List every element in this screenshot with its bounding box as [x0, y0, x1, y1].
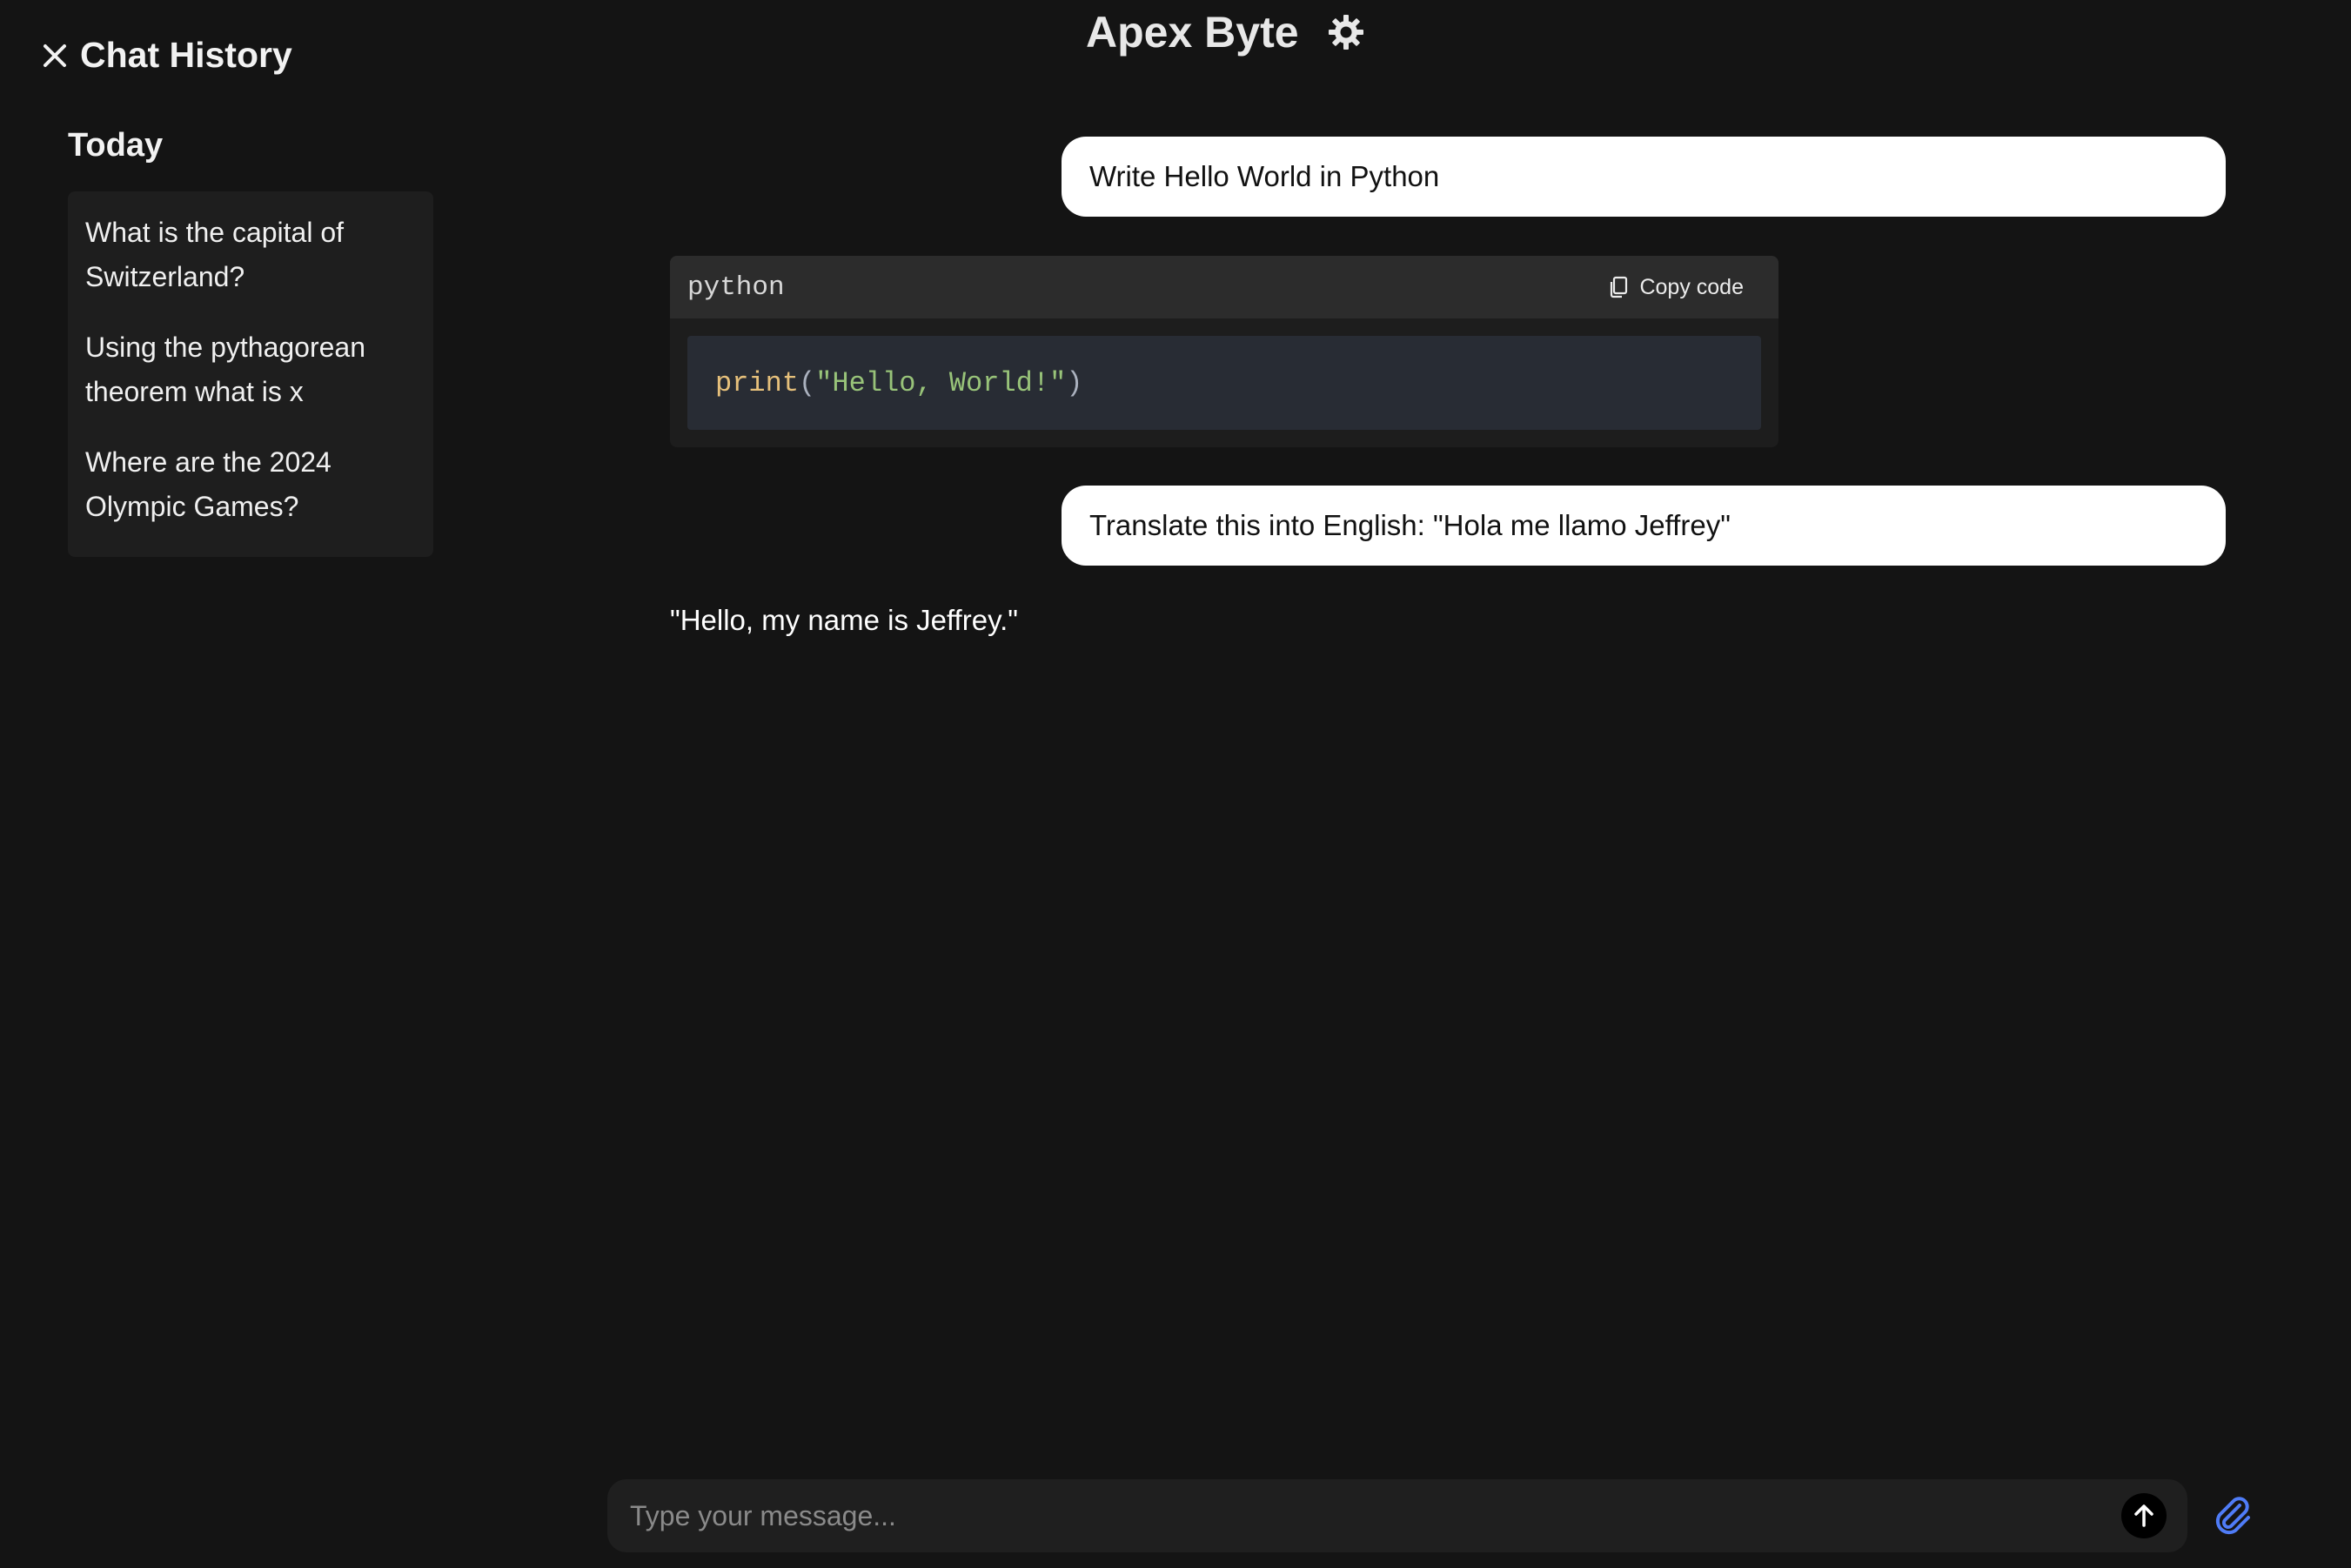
history-list: What is the capital of Switzerland? Usin…: [68, 191, 433, 557]
arrow-up-icon: [2134, 1504, 2153, 1527]
app-title: Apex Byte: [1086, 8, 1299, 57]
code-token-string: "Hello, World!": [815, 366, 1067, 399]
send-button[interactable]: [2121, 1493, 2167, 1538]
copy-code-button[interactable]: Copy code: [1608, 275, 1744, 300]
message-input[interactable]: [628, 1490, 2121, 1542]
code-token-paren: (: [799, 366, 816, 399]
copy-icon: [1611, 276, 1628, 298]
history-section-today: Today: [68, 127, 164, 164]
code-block-header: python Copy code: [670, 256, 1778, 318]
close-icon[interactable]: [42, 43, 68, 69]
user-message: Write Hello World in Python: [1062, 137, 2226, 217]
message-composer: [607, 1479, 2187, 1552]
assistant-message: "Hello, my name is Jeffrey.": [670, 604, 1018, 636]
user-message: Translate this into English: "Hola me ll…: [1062, 486, 2226, 566]
history-item[interactable]: Where are the 2024 Olympic Games?: [68, 437, 433, 552]
code-block: python Copy code print("Hello, World!"): [670, 256, 1778, 447]
chat-history-sidebar: Chat History Today What is the capital o…: [0, 0, 487, 1568]
code-token-paren: ): [1066, 366, 1083, 399]
code-content: print("Hello, World!"): [687, 336, 1761, 430]
sidebar-close-toggle[interactable]: Chat History: [42, 35, 292, 76]
code-token-function: print: [715, 366, 800, 399]
gear-icon[interactable]: [1327, 13, 1365, 51]
paperclip-icon[interactable]: [2210, 1493, 2255, 1538]
sidebar-title: Chat History: [80, 35, 292, 75]
history-item[interactable]: What is the capital of Switzerland?: [68, 207, 433, 322]
history-item[interactable]: Using the pythagorean theorem what is x: [68, 322, 433, 437]
code-language-label: python: [687, 271, 785, 303]
copy-code-label: Copy code: [1639, 274, 1744, 299]
app-header: Apex Byte: [1086, 3, 1365, 61]
